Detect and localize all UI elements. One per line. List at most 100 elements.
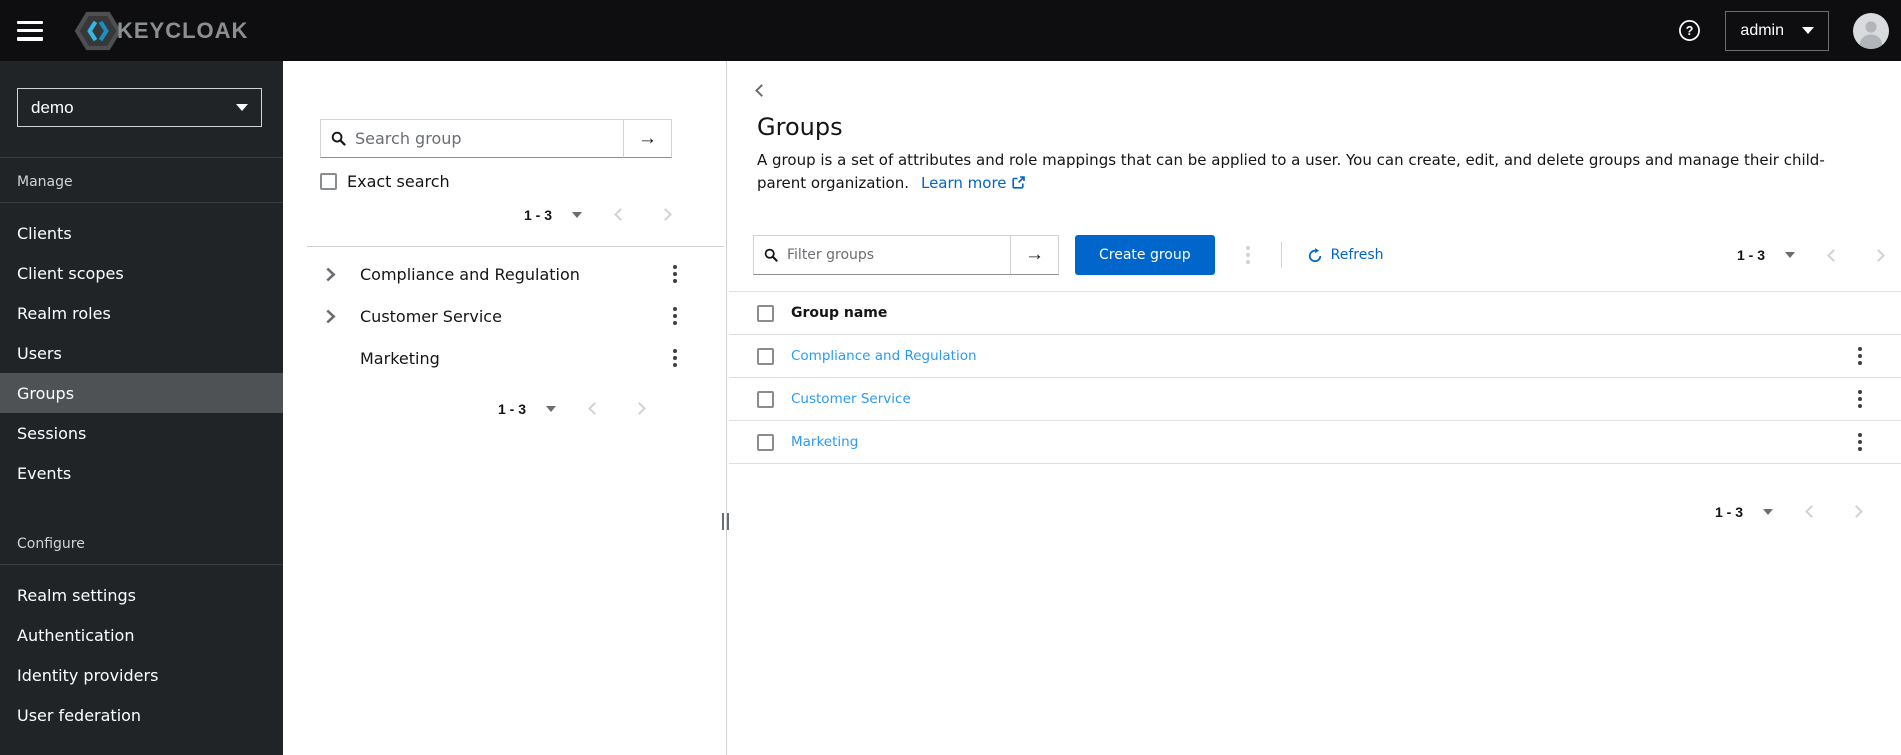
filter-groups-input[interactable]: [787, 247, 1000, 263]
caret-down-icon: [236, 104, 248, 111]
nav-section-manage: Manage: [0, 158, 283, 203]
pagination-menu-toggle[interactable]: 1 - 3: [524, 207, 582, 223]
sidebar-item-clients[interactable]: Clients: [0, 213, 283, 253]
help-button[interactable]: ?: [1678, 19, 1701, 42]
filter-groups-submit-button[interactable]: →: [1011, 235, 1059, 275]
previous-page-button[interactable]: [1803, 500, 1820, 523]
keycloak-logo[interactable]: KEYCLOAK: [73, 9, 248, 53]
caret-down-icon: [546, 405, 556, 412]
sidebar-item-sessions[interactable]: Sessions: [0, 413, 283, 453]
caret-down-icon: [1802, 27, 1814, 34]
nav-list-manage: Clients Client scopes Realm roles Users …: [0, 203, 283, 493]
tree-item-label[interactable]: Compliance and Regulation: [360, 265, 580, 284]
arrow-right-icon: →: [1025, 244, 1044, 265]
group-search-submit-button[interactable]: →: [624, 119, 672, 158]
tree-item-compliance-and-regulation: Compliance and Regulation: [283, 253, 724, 295]
row-kebab-menu-button[interactable]: [1855, 430, 1865, 454]
previous-page-button[interactable]: [612, 203, 629, 226]
refresh-icon: [1308, 247, 1323, 263]
sidebar-item-identity-providers[interactable]: Identity providers: [0, 655, 283, 695]
groups-main-panel: Groups A group is a set of attributes an…: [729, 61, 1901, 755]
collapse-panel-button[interactable]: [755, 83, 768, 98]
row-kebab-menu-button[interactable]: [1855, 387, 1865, 411]
refresh-button[interactable]: Refresh: [1308, 247, 1384, 263]
search-icon: [764, 248, 778, 262]
next-page-button[interactable]: [657, 203, 674, 226]
hamburger-menu-button[interactable]: [17, 20, 43, 41]
sidebar-item-events[interactable]: Events: [0, 453, 283, 493]
next-page-button[interactable]: [1848, 500, 1865, 523]
group-search-group: →: [320, 119, 672, 158]
kebab-menu-button[interactable]: [670, 346, 680, 370]
filter-groups-box: [753, 235, 1011, 275]
pagination-range: 1 - 3: [523, 206, 552, 223]
pagination-menu-toggle[interactable]: 1 - 3: [1715, 504, 1773, 520]
splitter-grip[interactable]: [722, 513, 729, 530]
brand-text: KEYCLOAK: [117, 17, 249, 43]
table-header-row: Group name: [729, 291, 1901, 335]
kebab-menu-button[interactable]: [670, 304, 680, 328]
exact-search-checkbox[interactable]: [320, 173, 337, 190]
table-row: Customer Service: [729, 378, 1901, 421]
chevron-left-icon: [1805, 505, 1818, 518]
refresh-label: Refresh: [1330, 247, 1384, 263]
sidebar-item-authentication[interactable]: Authentication: [0, 615, 283, 655]
pagination-menu-toggle[interactable]: 1 - 3: [1737, 247, 1795, 263]
user-dropdown[interactable]: admin: [1725, 10, 1829, 51]
groups-toolbar: → Create group Refresh 1 - 3: [729, 235, 1901, 275]
sidebar-item-groups[interactable]: Groups: [0, 373, 283, 413]
chevron-left-icon: [755, 84, 768, 97]
expand-toggle[interactable]: [325, 267, 342, 282]
page-description: A group is a set of attributes and role …: [757, 149, 1869, 195]
expand-toggle[interactable]: [325, 309, 342, 324]
group-search-input[interactable]: [355, 129, 613, 148]
chevron-right-icon: [326, 267, 336, 281]
realm-selector[interactable]: demo: [17, 88, 262, 127]
avatar[interactable]: [1853, 12, 1889, 49]
chevron-right-icon: [633, 402, 646, 415]
row-checkbox[interactable]: [757, 347, 774, 365]
previous-page-button[interactable]: [1825, 244, 1842, 267]
tree-item-marketing: Marketing: [283, 337, 724, 379]
next-page-button[interactable]: [631, 397, 648, 420]
sidebar-item-realm-roles[interactable]: Realm roles: [0, 293, 283, 333]
next-page-button[interactable]: [1870, 244, 1887, 267]
page-title: Groups: [757, 113, 843, 141]
pagination-menu-toggle[interactable]: 1 - 3: [498, 401, 556, 417]
create-group-button[interactable]: Create group: [1075, 235, 1215, 275]
chevron-left-icon: [588, 402, 601, 415]
row-checkbox[interactable]: [757, 433, 774, 451]
select-all-checkbox[interactable]: [757, 304, 774, 322]
previous-page-button[interactable]: [586, 397, 603, 420]
panel-splitter: [722, 61, 729, 755]
sidebar-item-client-scopes[interactable]: Client scopes: [0, 253, 283, 293]
external-link-icon: [1007, 174, 1025, 192]
group-link[interactable]: Compliance and Regulation: [791, 348, 977, 364]
row-kebab-menu-button[interactable]: [1855, 344, 1865, 368]
avatar-icon: [1853, 12, 1889, 49]
sidebar-item-users[interactable]: Users: [0, 333, 283, 373]
table-pagination-bottom: 1 - 3: [729, 500, 1901, 523]
keycloak-logo-icon: [73, 9, 123, 53]
group-link[interactable]: Marketing: [791, 434, 858, 450]
kebab-menu-button[interactable]: [670, 262, 680, 286]
group-tree-panel: → Exact search 1 - 3 Compliance and Regu…: [283, 61, 724, 755]
tree-item-label[interactable]: Customer Service: [360, 307, 502, 326]
pagination-range: 1 - 3: [1714, 503, 1743, 520]
table-row: Compliance and Regulation: [729, 335, 1901, 378]
sidebar-item-realm-settings[interactable]: Realm settings: [0, 575, 283, 615]
row-checkbox[interactable]: [757, 390, 774, 408]
groups-table: Group name Compliance and Regulation Cus…: [729, 291, 1901, 464]
nav-section-configure: Configure: [0, 493, 283, 565]
toolbar-kebab-menu-button[interactable]: [1243, 243, 1253, 267]
group-link[interactable]: Customer Service: [791, 391, 911, 407]
sidebar-item-user-federation[interactable]: User federation: [0, 695, 283, 735]
filter-groups-group: →: [753, 235, 1059, 275]
tree-item-label[interactable]: Marketing: [360, 349, 440, 368]
toolbar-divider: [1280, 242, 1282, 268]
chevron-right-icon: [659, 208, 672, 221]
realm-selector-block: demo: [0, 61, 283, 158]
learn-more-link[interactable]: Learn more: [921, 174, 1025, 192]
nav-list-configure: Realm settings Authentication Identity p…: [0, 565, 283, 735]
caret-down-icon: [1763, 508, 1773, 515]
